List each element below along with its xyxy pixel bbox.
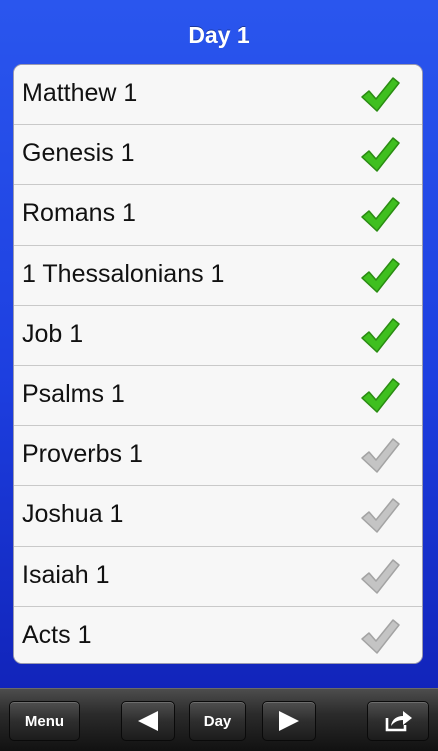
menu-button[interactable]: Menu bbox=[9, 701, 80, 741]
reading-label: Psalms 1 bbox=[22, 379, 125, 408]
arrow-left-icon bbox=[138, 711, 158, 731]
checkmark-green-icon[interactable] bbox=[360, 195, 400, 235]
checkmark-green-icon[interactable] bbox=[360, 316, 400, 356]
reading-row[interactable]: Acts 1 bbox=[14, 606, 422, 663]
bottom-toolbar: Menu Day bbox=[0, 688, 438, 751]
day-button[interactable]: Day bbox=[189, 701, 246, 741]
checkmark-green-icon[interactable] bbox=[360, 75, 400, 115]
checkmark-green-icon[interactable] bbox=[360, 376, 400, 416]
reading-label: Matthew 1 bbox=[22, 79, 138, 107]
checkmark-gray-icon[interactable] bbox=[360, 436, 400, 476]
reading-row[interactable]: Romans 1 bbox=[14, 185, 422, 246]
checkmark-gray-icon[interactable] bbox=[360, 617, 400, 657]
share-button[interactable] bbox=[367, 701, 429, 741]
reading-label: Genesis 1 bbox=[22, 139, 135, 168]
reading-row[interactable]: Proverbs 1 bbox=[14, 426, 422, 487]
reading-row[interactable]: Psalms 1 bbox=[14, 365, 422, 427]
reading-label: 1 Thessalonians 1 bbox=[22, 259, 225, 288]
next-day-button[interactable] bbox=[262, 701, 316, 741]
reading-label: Isaiah 1 bbox=[22, 560, 110, 589]
reading-row[interactable]: Matthew 1 bbox=[14, 65, 422, 126]
reading-row[interactable]: 1 Thessalonians 1 bbox=[14, 245, 422, 306]
checkmark-green-icon[interactable] bbox=[360, 256, 400, 296]
reading-list: Matthew 1 Genesis 1 Romans 1 1 Thessalon… bbox=[13, 64, 423, 664]
share-icon bbox=[385, 711, 412, 732]
reading-row[interactable]: Joshua 1 bbox=[14, 486, 422, 547]
reading-label: Joshua 1 bbox=[22, 500, 124, 529]
reading-label: Job 1 bbox=[22, 319, 84, 348]
reading-label: Romans 1 bbox=[22, 199, 136, 228]
reading-row[interactable]: Genesis 1 bbox=[14, 125, 422, 186]
reading-label: Acts 1 bbox=[22, 620, 92, 649]
reading-row[interactable]: Isaiah 1 bbox=[14, 546, 422, 607]
reading-label: Proverbs 1 bbox=[22, 440, 143, 469]
reading-row[interactable]: Job 1 bbox=[14, 305, 422, 366]
page-title: Day 1 bbox=[188, 22, 250, 48]
checkmark-green-icon[interactable] bbox=[360, 135, 400, 175]
arrow-right-icon bbox=[279, 711, 299, 731]
checkmark-gray-icon[interactable] bbox=[360, 496, 400, 536]
previous-day-button[interactable] bbox=[121, 701, 175, 741]
checkmark-gray-icon[interactable] bbox=[360, 557, 400, 597]
